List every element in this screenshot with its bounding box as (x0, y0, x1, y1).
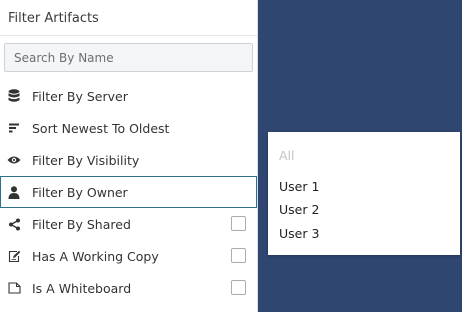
search-container (0, 36, 257, 72)
menu-item-label: Filter By Owner (32, 184, 128, 200)
page-icon (7, 281, 21, 295)
search-input[interactable] (4, 43, 253, 72)
filter-by-shared-item[interactable]: Filter By Shared (0, 208, 257, 240)
panel-title: Filter Artifacts (0, 0, 257, 36)
filter-by-visibility-item[interactable]: Filter By Visibility (0, 144, 257, 176)
menu-item-label: Has A Working Copy (32, 248, 159, 264)
shared-checkbox[interactable] (231, 216, 246, 231)
menu-item-label: Filter By Shared (32, 216, 131, 232)
is-whiteboard-item[interactable]: Is A Whiteboard (0, 272, 257, 304)
eye-icon (7, 153, 21, 167)
owner-option[interactable]: User 3 (268, 222, 460, 246)
menu-item-label: Is A Whiteboard (32, 280, 132, 296)
menu-item-label: Sort Newest To Oldest (32, 120, 170, 136)
menu-item-label: Filter By Server (32, 88, 128, 104)
whiteboard-checkbox[interactable] (231, 280, 246, 295)
person-icon (7, 185, 21, 199)
sort-lines-icon (7, 121, 21, 135)
filter-by-owner-item[interactable]: Filter By Owner (0, 176, 257, 208)
owner-dropdown: All User 1 User 2 User 3 (268, 132, 460, 255)
filter-menu: Filter By Server Sort Newest To Oldest F… (0, 80, 257, 304)
has-working-copy-item[interactable]: Has A Working Copy (0, 240, 257, 272)
filter-panel: Filter Artifacts Filter By Server (0, 0, 258, 312)
owner-option[interactable]: User 2 (268, 198, 460, 222)
filter-by-server-item[interactable]: Filter By Server (0, 80, 257, 112)
menu-item-label: Filter By Visibility (32, 152, 140, 168)
edit-document-icon (7, 249, 21, 263)
share-icon (7, 217, 21, 231)
database-icon (7, 89, 21, 103)
sort-newest-item[interactable]: Sort Newest To Oldest (0, 112, 257, 144)
owner-option[interactable]: User 1 (268, 175, 460, 199)
working-copy-checkbox[interactable] (231, 248, 246, 263)
owner-option-all[interactable]: All (268, 144, 460, 168)
